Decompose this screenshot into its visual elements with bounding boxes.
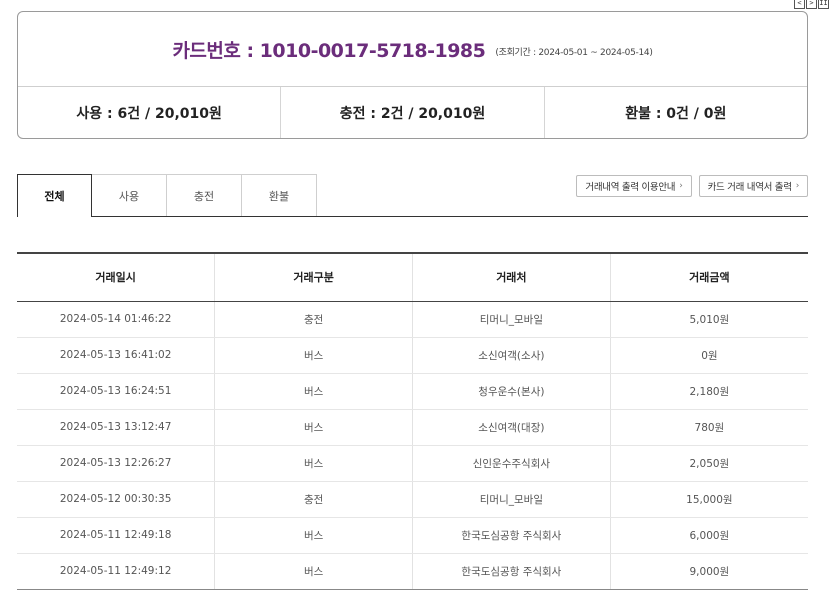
tab-divider (17, 216, 808, 217)
table-row: 2024-05-13 16:41:02 버스 소신여객(소사) 0원 (17, 337, 808, 374)
header-amount: 거래금액 (610, 252, 808, 302)
print-statement-button[interactable]: 카드 거래 내역서 출력 › (698, 175, 808, 197)
cell-amount: 2,050원 (610, 445, 808, 482)
cell-amount: 9,000원 (610, 553, 808, 590)
cell-merchant: 소신여객(소사) (412, 337, 611, 374)
cell-type: 버스 (214, 373, 413, 410)
cell-datetime: 2024-05-12 00:30:35 (17, 481, 216, 518)
table-row: 2024-05-13 16:24:51 버스 청우운수(본사) 2,180원 (17, 373, 808, 410)
stat-usage: 사용 : 6건 / 20,010원 (18, 87, 282, 138)
tab-all[interactable]: 전체 (17, 174, 92, 217)
cell-amount: 2,180원 (610, 373, 808, 410)
table-row: 2024-05-11 12:49:12 버스 한국도심공항 주식회사 9,000… (17, 553, 808, 590)
transaction-table: 거래일시 거래구분 거래처 거래금액 2024-05-14 01:46:22 충… (17, 252, 808, 590)
cell-type: 버스 (214, 517, 413, 554)
card-summary-box: 카드번호 : 1010-0017-5718-1985 (조회기간 : 2024-… (17, 11, 808, 139)
cell-amount: 780원 (610, 409, 808, 446)
cell-type: 충전 (214, 481, 413, 518)
cell-type: 버스 (214, 445, 413, 482)
cell-datetime: 2024-05-13 16:41:02 (17, 337, 216, 374)
action-buttons: 거래내역 출력 이용안내 › 카드 거래 내역서 출력 › (576, 175, 808, 197)
cell-merchant: 티머니_모바일 (412, 301, 611, 338)
print-guide-button[interactable]: 거래내역 출력 이용안내 › (576, 175, 692, 197)
table-header-row: 거래일시 거래구분 거래처 거래금액 (17, 252, 808, 302)
cell-merchant: 청우운수(본사) (412, 373, 611, 410)
tab-usage[interactable]: 사용 (92, 174, 167, 216)
corner-controls: < > II (794, 0, 829, 9)
chevron-right-icon: › (679, 181, 683, 191)
cell-amount: 0원 (610, 337, 808, 374)
pause-icon[interactable]: II (818, 0, 829, 9)
card-stats: 사용 : 6건 / 20,010원 충전 : 2건 / 20,010원 환불 :… (18, 87, 807, 138)
cell-type: 충전 (214, 301, 413, 338)
tab-refund[interactable]: 환불 (242, 174, 317, 216)
table-row: 2024-05-14 01:46:22 충전 티머니_모바일 5,010원 (17, 301, 808, 338)
card-header: 카드번호 : 1010-0017-5718-1985 (조회기간 : 2024-… (18, 12, 807, 87)
cell-datetime: 2024-05-14 01:46:22 (17, 301, 216, 338)
cell-merchant: 한국도심공항 주식회사 (412, 517, 611, 554)
header-type: 거래구분 (214, 252, 413, 302)
cell-merchant: 한국도심공항 주식회사 (412, 553, 611, 590)
stat-charge: 충전 : 2건 / 20,010원 (281, 87, 545, 138)
cell-type: 버스 (214, 337, 413, 374)
cell-datetime: 2024-05-11 12:49:18 (17, 517, 216, 554)
print-guide-label: 거래내역 출력 이용안내 (585, 182, 676, 193)
stat-refund: 환불 : 0건 / 0원 (625, 106, 727, 122)
cell-amount: 15,000원 (610, 481, 808, 518)
chevron-right-icon: › (795, 181, 800, 191)
cell-datetime: 2024-05-13 13:12:47 (17, 409, 216, 446)
table-row: 2024-05-11 12:49:18 버스 한국도심공항 주식회사 6,000… (17, 517, 808, 554)
table-row: 2024-05-13 12:26:27 버스 신인운수주식회사 2,050원 (17, 445, 808, 482)
cell-merchant: 티머니_모바일 (412, 481, 611, 518)
cell-datetime: 2024-05-13 16:24:51 (17, 373, 216, 410)
cell-datetime: 2024-05-11 12:49:12 (17, 553, 216, 590)
cell-merchant: 신인운수주식회사 (412, 445, 611, 482)
next-icon[interactable]: > (806, 0, 817, 9)
header-merchant: 거래처 (412, 252, 611, 302)
cell-datetime: 2024-05-13 12:26:27 (17, 445, 216, 482)
card-number-title: 카드번호 : 1010-0017-5718-1985 (172, 39, 486, 62)
cell-type: 버스 (214, 409, 413, 446)
filter-tabs: 전체 사용 충전 환불 (17, 174, 317, 217)
cell-type: 버스 (214, 553, 413, 590)
header-datetime: 거래일시 (17, 252, 216, 302)
cell-amount: 5,010원 (610, 301, 808, 338)
cell-merchant: 소신여객(대장) (412, 409, 611, 446)
tab-charge[interactable]: 충전 (167, 174, 242, 216)
cell-amount: 6,000원 (610, 517, 808, 554)
prev-icon[interactable]: < (794, 0, 805, 9)
query-period: (조회기간 : 2024-05-01 ~ 2024-05-14) (495, 47, 653, 58)
print-statement-label: 카드 거래 내역서 출력 (707, 182, 792, 193)
table-row: 2024-05-12 00:30:35 충전 티머니_모바일 15,000원 (17, 481, 808, 518)
table-row: 2024-05-13 13:12:47 버스 소신여객(대장) 780원 (17, 409, 808, 446)
